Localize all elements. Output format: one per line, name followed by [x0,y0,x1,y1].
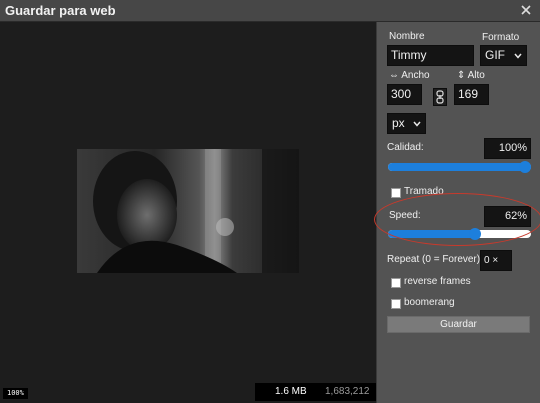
speed-slider-fill [388,230,477,238]
quality-slider-fill [388,163,531,171]
reverse-frames-label: reverse frames [404,276,471,287]
height-label: ⇕ Alto [457,70,485,81]
format-value: GIF [485,48,505,62]
quality-value[interactable]: 100% [484,138,531,159]
height-input[interactable]: 169 [454,84,489,105]
preview-image [77,149,299,273]
quality-slider-handle[interactable] [519,161,531,173]
format-select[interactable]: GIF [480,45,527,66]
formato-label: Formato [482,32,520,43]
width-label: ⇔ Ancho [389,70,430,81]
width-input[interactable]: 300 [387,84,422,105]
speed-slider[interactable] [388,228,531,240]
reverse-frames-checkbox[interactable] [391,278,401,288]
speed-label: Speed: [389,210,421,221]
file-size-mb: 1.6 MB [275,386,307,397]
name-input[interactable]: Timmy [387,45,474,66]
dithering-checkbox[interactable] [391,188,401,198]
boomerang-checkbox[interactable] [391,299,401,309]
close-icon[interactable] [520,2,534,18]
chevron-down-icon [514,53,522,59]
quality-slider[interactable] [388,161,531,173]
file-size-bytes: 1,683,212 B [325,386,370,397]
zoom-level: 100% [3,388,28,399]
link-icon[interactable] [433,88,447,106]
title-bar: Guardar para web [0,0,540,22]
settings-panel: Nombre Formato Timmy GIF ⇔ Ancho ⇕ Alto … [376,22,540,403]
unit-select[interactable]: px [387,113,426,134]
unit-value: px [392,116,405,130]
boomerang-label: boomerang [404,297,455,308]
speed-slider-handle[interactable] [469,228,481,240]
repeat-input[interactable]: 0 × [480,250,512,271]
save-button[interactable]: Guardar [387,316,530,333]
speed-value[interactable]: 62% [484,206,531,227]
file-size-bar: 1.6 MB 1,683,212 B [255,383,376,401]
window-title: Guardar para web [5,3,116,18]
dithering-label: Tramado [404,186,444,197]
repeat-label: Repeat (0 = Forever): [387,254,483,265]
quality-label: Calidad: [387,142,424,153]
chevron-down-icon [413,121,421,127]
nombre-label: Nombre [389,31,425,42]
preview-area: 100% [0,22,376,403]
